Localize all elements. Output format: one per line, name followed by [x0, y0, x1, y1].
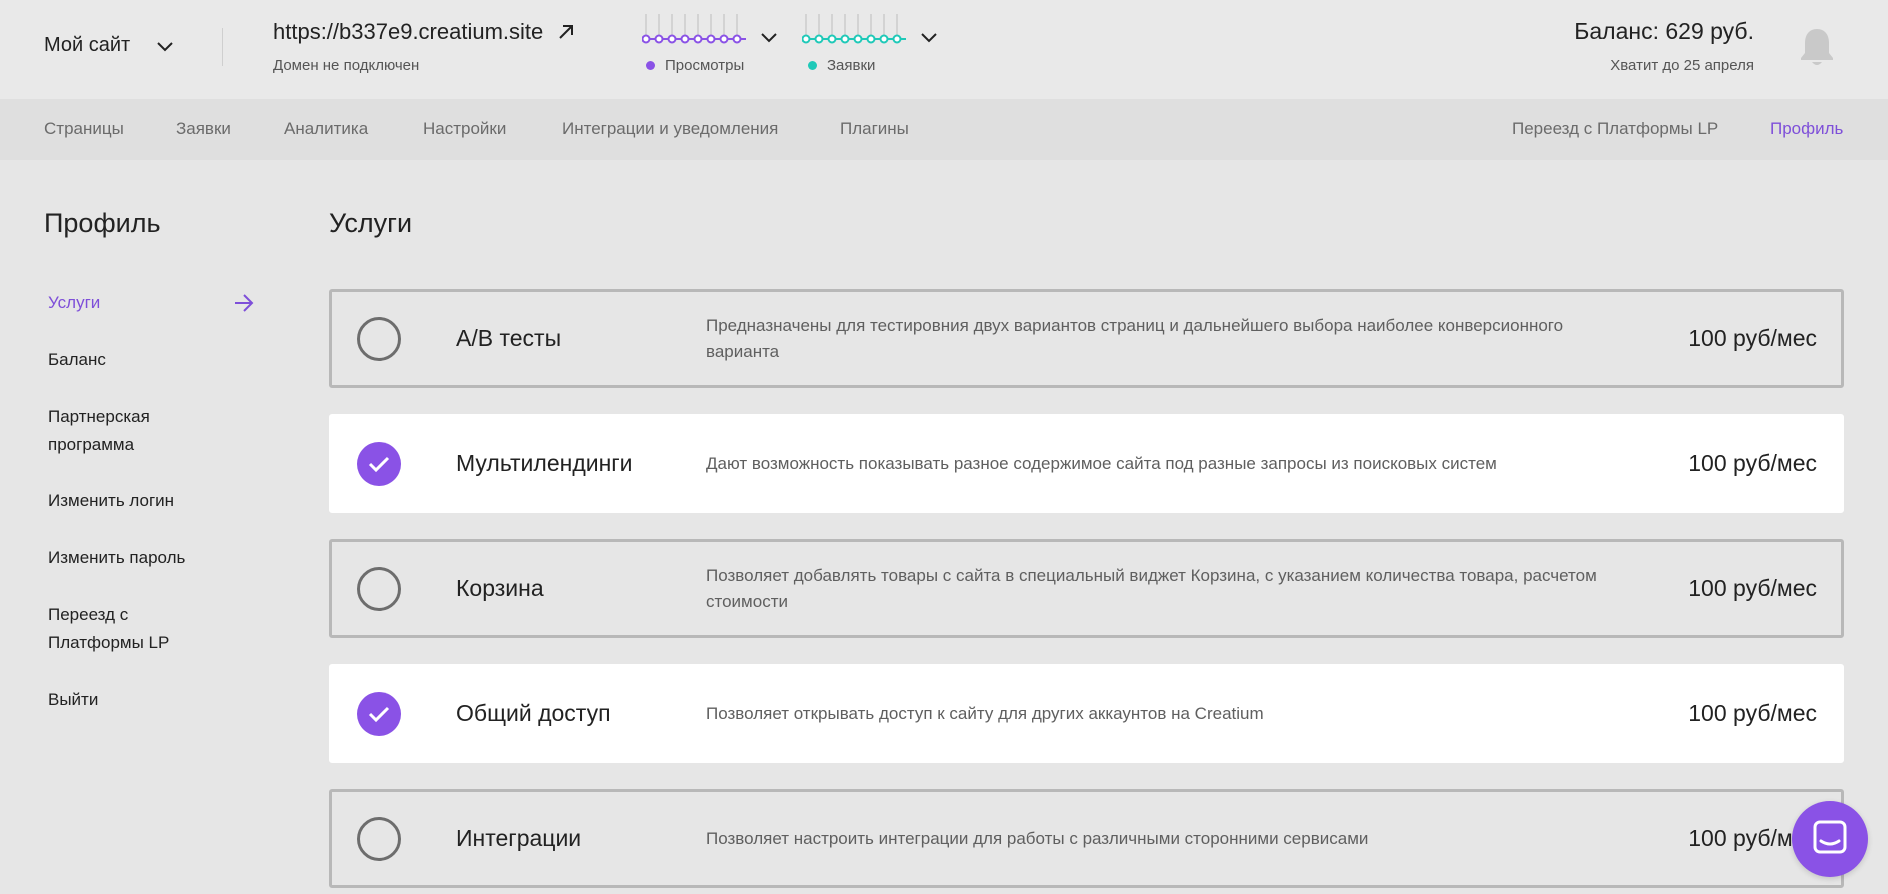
- top-bar: Мой сайт https://b337e9.creatium.site До…: [0, 0, 1888, 99]
- service-name: Интеграции: [456, 825, 582, 851]
- domain-link[interactable]: https://b337e9.creatium.site: [273, 19, 575, 45]
- service-toggle[interactable]: [357, 317, 401, 361]
- chevron-down-icon[interactable]: [920, 31, 938, 43]
- sidebar-item-partner[interactable]: Партнерская программа: [48, 403, 198, 459]
- service-card-integrations[interactable]: Интеграции Позволяет настроить интеграци…: [329, 789, 1844, 888]
- balance-until: Хватит до 25 апреля: [1610, 57, 1754, 74]
- site-selector[interactable]: Мой сайт: [44, 34, 174, 57]
- sidebar-title: Профиль: [44, 208, 161, 238]
- nav-pages[interactable]: Страницы: [44, 119, 124, 139]
- nav-profile[interactable]: Профиль: [1770, 119, 1843, 139]
- balance[interactable]: Баланс: 629 руб.: [1574, 18, 1754, 45]
- requests-sparkline[interactable]: [802, 12, 910, 48]
- arrow-right-icon: [235, 294, 254, 312]
- chat-icon: [1813, 820, 1847, 854]
- check-icon: [368, 456, 390, 473]
- chat-button[interactable]: [1792, 801, 1868, 877]
- requests-legend: Заявки: [808, 57, 875, 74]
- nav-integrations[interactable]: Интеграции и уведомления: [562, 119, 778, 139]
- sidebar-item-migration[interactable]: Переезд с Платформы LP: [48, 601, 198, 657]
- requests-label: Заявки: [827, 57, 876, 74]
- service-name: Общий доступ: [456, 700, 611, 726]
- service-toggle[interactable]: [357, 692, 401, 736]
- requests-dot: [808, 61, 817, 70]
- external-link-icon: [559, 25, 574, 39]
- service-toggle[interactable]: [357, 567, 401, 611]
- bell-icon[interactable]: [1798, 26, 1836, 68]
- domain-status: Домен не подключен: [273, 57, 420, 74]
- service-price: 100 руб/мес: [1688, 325, 1817, 351]
- nav-plugins[interactable]: Плагины: [840, 119, 909, 139]
- service-card-cart[interactable]: Корзина Позволяет добавлять товары с сай…: [329, 539, 1844, 638]
- page-title: Услуги: [329, 208, 413, 238]
- service-description: Позволяет настроить интеграции для работ…: [706, 828, 1369, 848]
- sidebar-item-logout[interactable]: Выйти: [48, 686, 98, 714]
- service-price: 100 руб/мес: [1688, 450, 1817, 476]
- service-description: Предназначены для тестировния двух вариа…: [706, 315, 1564, 361]
- domain-url: https://b337e9.creatium.site: [273, 19, 544, 44]
- views-legend: Просмотры: [646, 57, 744, 74]
- service-card-multilanding[interactable]: Мультилендинги Дают возможность показыва…: [329, 414, 1844, 513]
- nav-requests[interactable]: Заявки: [176, 119, 231, 139]
- sidebar-item-change-password[interactable]: Изменить пароль: [48, 544, 185, 572]
- service-description: Позволяет добавлять товары с сайта в спе…: [706, 565, 1597, 611]
- service-card-shared-access[interactable]: Общий доступ Позволяет открывать доступ …: [329, 664, 1844, 763]
- views-sparkline[interactable]: [642, 12, 750, 48]
- chevron-down-icon: [157, 41, 173, 51]
- service-price: 100 руб/мес: [1688, 700, 1817, 726]
- divider: [222, 28, 223, 66]
- sidebar-item-balance[interactable]: Баланс: [48, 346, 106, 374]
- service-description: Позволяет открывать доступ к сайту для д…: [706, 703, 1264, 723]
- service-name: A/B тесты: [456, 325, 562, 351]
- views-dot: [646, 61, 655, 70]
- chevron-down-icon[interactable]: [760, 31, 778, 43]
- service-toggle[interactable]: [357, 817, 401, 861]
- check-icon: [368, 706, 390, 723]
- service-description: Дают возможность показывать разное содер…: [706, 453, 1497, 473]
- site-selector-label: Мой сайт: [44, 34, 131, 56]
- main-nav: Страницы Заявки Аналитика Настройки Инте…: [0, 99, 1888, 160]
- service-card-ab-tests[interactable]: A/B тесты Предназначены для тестировния …: [329, 289, 1844, 388]
- service-name: Мультилендинги: [456, 450, 633, 476]
- service-toggle[interactable]: [357, 442, 401, 486]
- nav-migration[interactable]: Переезд с Платформы LP: [1512, 119, 1718, 139]
- views-label: Просмотры: [665, 57, 745, 74]
- nav-analytics[interactable]: Аналитика: [284, 119, 368, 139]
- service-name: Корзина: [456, 575, 544, 601]
- service-price: 100 руб/мес: [1688, 575, 1817, 601]
- nav-settings[interactable]: Настройки: [423, 119, 506, 139]
- sidebar-item-services[interactable]: Услуги: [48, 289, 100, 317]
- sidebar-item-change-login[interactable]: Изменить логин: [48, 487, 174, 515]
